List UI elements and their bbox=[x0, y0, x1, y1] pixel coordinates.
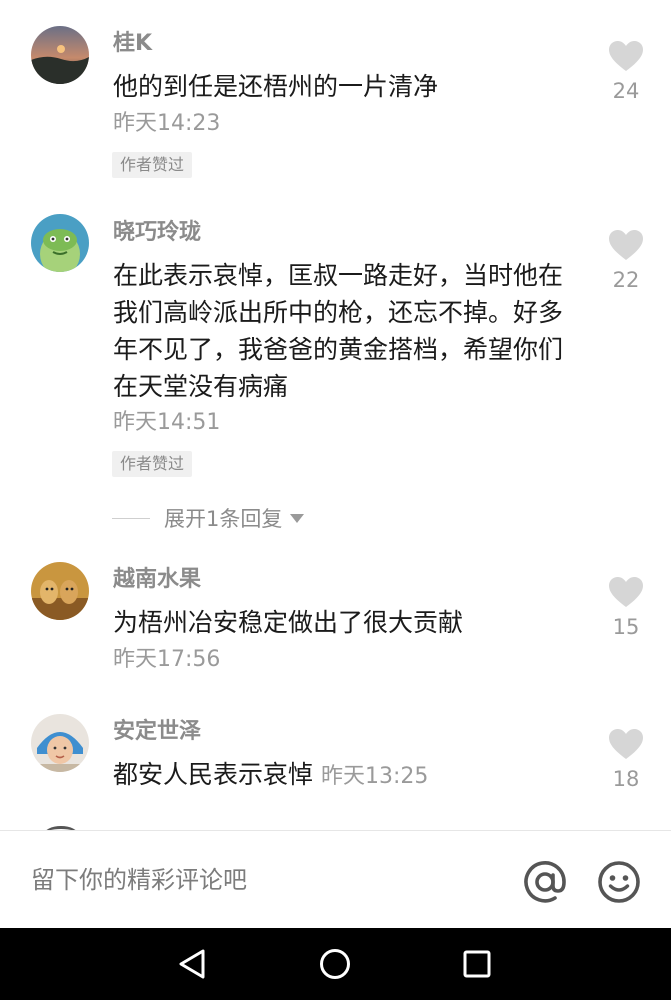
username[interactable]: 晓巧玲珑 bbox=[113, 220, 201, 246]
divider-line bbox=[112, 517, 150, 519]
recents-square-icon[interactable] bbox=[457, 944, 497, 984]
heart-icon[interactable] bbox=[608, 728, 644, 760]
username[interactable]: 安定世泽 bbox=[113, 719, 201, 745]
like-button[interactable]: 24 bbox=[604, 40, 648, 104]
avatar[interactable] bbox=[31, 562, 89, 620]
comment-text: 在此表示哀悼，匡叔一路走好，当时他在我们高岭派出所中的枪，还忘不掉。好多年不见了… bbox=[113, 261, 564, 401]
like-button[interactable]: 18 bbox=[604, 728, 648, 792]
like-count: 24 bbox=[612, 79, 640, 103]
recents-button[interactable] bbox=[457, 944, 497, 984]
comment-time: 昨天14:23 bbox=[113, 111, 221, 136]
comment-text: 为梧州冶安稳定做出了很大贡献 bbox=[113, 608, 464, 637]
chevron-down-icon bbox=[290, 513, 305, 523]
expand-replies-label: 展开1条回复 bbox=[164, 507, 283, 531]
comment-input[interactable]: 留下你的精彩评论吧 bbox=[31, 865, 247, 895]
heart-icon[interactable] bbox=[608, 40, 644, 72]
comment-time: 昨天13:25 bbox=[321, 764, 429, 789]
like-button[interactable]: 15 bbox=[604, 576, 648, 640]
author-liked-badge: 作者赞过 bbox=[112, 152, 193, 178]
home-button[interactable] bbox=[315, 944, 355, 984]
username[interactable]: 越南水果 bbox=[113, 567, 201, 593]
emoji-button[interactable] bbox=[596, 859, 642, 905]
comment-text-content: 都安人民表示哀悼 bbox=[113, 760, 314, 789]
like-count: 22 bbox=[612, 268, 640, 292]
home-circle-icon[interactable] bbox=[315, 944, 355, 984]
avatar[interactable] bbox=[31, 714, 89, 772]
at-mention-button[interactable] bbox=[522, 859, 568, 905]
system-navigation-bar bbox=[0, 928, 671, 1000]
expand-replies-button[interactable]: 展开1条回复 bbox=[112, 504, 305, 532]
heart-icon[interactable] bbox=[608, 576, 644, 608]
avatar[interactable] bbox=[31, 26, 89, 84]
like-count: 15 bbox=[612, 615, 640, 639]
back-button[interactable] bbox=[173, 944, 213, 984]
comment-input-bar[interactable]: 留下你的精彩评论吧 bbox=[0, 830, 671, 929]
at-icon[interactable] bbox=[522, 859, 568, 905]
like-count: 18 bbox=[612, 767, 640, 791]
username[interactable]: 桂K bbox=[113, 31, 152, 57]
emoji-icon[interactable] bbox=[596, 859, 642, 905]
author-liked-badge: 作者赞过 bbox=[112, 451, 193, 477]
heart-icon[interactable] bbox=[608, 229, 644, 261]
like-button[interactable]: 22 bbox=[604, 229, 648, 293]
comment-text: 都安人民表示哀悼 昨天13:25 bbox=[113, 756, 583, 795]
avatar[interactable] bbox=[31, 214, 89, 272]
comment-time: 昨天17:56 bbox=[113, 647, 221, 672]
comment-time: 昨天14:51 bbox=[113, 410, 221, 435]
back-triangle-icon[interactable] bbox=[173, 944, 213, 984]
comment-text: 他的到任是还梧州的一片清净 bbox=[113, 72, 439, 101]
